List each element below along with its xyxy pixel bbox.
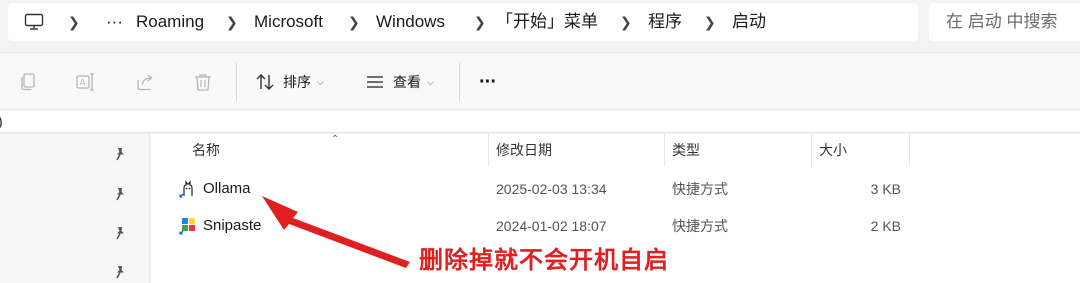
- column-header-size[interactable]: 大小: [819, 134, 847, 166]
- search-placeholder: 在 启动 中搜索: [946, 12, 1058, 31]
- toolbar-divider: [236, 63, 237, 101]
- breadcrumb-microsoft[interactable]: Microsoft: [254, 3, 323, 41]
- pin-icon[interactable]: [113, 226, 127, 240]
- delete-button[interactable]: [192, 65, 214, 99]
- view-list-icon: [367, 76, 383, 88]
- details-row: ): [0, 111, 1080, 133]
- file-name: Snipaste: [203, 217, 262, 234]
- breadcrumb-roaming[interactable]: Roaming: [136, 3, 204, 41]
- annotation-text: 删除掉就不会开机自启: [419, 247, 669, 274]
- chevron-right-icon: ❯: [68, 14, 80, 30]
- breadcrumb-windows[interactable]: Windows: [376, 3, 445, 41]
- toolbar-divider: [459, 63, 460, 101]
- file-modified: 2025-02-03 13:34: [496, 181, 607, 197]
- address-bar[interactable]: ❯ ··· Roaming ❯ Microsoft ❯ Windows ❯ 「开…: [8, 3, 918, 41]
- table-row[interactable]: Ollama 2025-02-03 13:34 快捷方式 3 KB: [151, 172, 1080, 206]
- breadcrumb-start-menu[interactable]: 「开始」菜单: [496, 3, 598, 41]
- ollama-icon: [179, 180, 193, 198]
- copy-icon: [21, 73, 35, 91]
- sort-ascending-icon: ⌃: [331, 134, 340, 145]
- chevron-down-icon: ⌵: [317, 76, 324, 87]
- more-options-button[interactable]: ···: [479, 65, 497, 99]
- column-separator[interactable]: [811, 134, 812, 166]
- pin-icon[interactable]: [113, 147, 127, 161]
- rename-button[interactable]: A: [74, 65, 96, 99]
- file-size: 3 KB: [870, 181, 901, 197]
- breadcrumb-programs[interactable]: 程序: [648, 3, 682, 41]
- breadcrumb-overflow-button[interactable]: ···: [106, 3, 123, 41]
- command-bar: A 排序 ⌵ 查看 ⌵ ···: [0, 52, 1080, 110]
- chevron-right-icon: ❯: [704, 14, 716, 30]
- this-pc-icon[interactable]: [24, 13, 44, 31]
- title-bar: ❯ ··· Roaming ❯ Microsoft ❯ Windows ❯ 「开…: [0, 0, 1080, 46]
- file-name: Ollama: [203, 180, 251, 197]
- sort-button[interactable]: 排序 ⌵: [255, 65, 324, 99]
- column-separator[interactable]: [488, 134, 489, 166]
- sort-label: 排序: [283, 74, 311, 90]
- sort-icon: [256, 74, 274, 90]
- trash-icon: [195, 74, 211, 91]
- column-separator[interactable]: [909, 134, 910, 166]
- snipaste-icon: [179, 218, 195, 235]
- navigation-pane: [0, 134, 150, 283]
- pin-icon[interactable]: [113, 265, 127, 279]
- column-header-type[interactable]: 类型: [672, 134, 700, 166]
- file-type: 快捷方式: [672, 218, 728, 234]
- breadcrumb-startup[interactable]: 启动: [732, 3, 766, 41]
- chevron-right-icon: ❯: [620, 14, 632, 30]
- table-row[interactable]: Snipaste 2024-01-02 18:07 快捷方式 2 KB: [151, 209, 1080, 243]
- file-modified: 2024-01-02 18:07: [496, 218, 607, 234]
- pin-icon[interactable]: [113, 187, 127, 201]
- share-button[interactable]: [134, 65, 156, 99]
- rename-icon: A: [76, 73, 94, 91]
- view-label: 查看: [393, 74, 421, 90]
- column-header-modified[interactable]: 修改日期: [496, 134, 552, 166]
- copy-button[interactable]: [17, 65, 39, 99]
- file-type: 快捷方式: [672, 181, 728, 197]
- share-icon: [137, 74, 153, 91]
- svg-text:A: A: [80, 78, 86, 88]
- chevron-right-icon: ❯: [474, 14, 486, 30]
- column-separator[interactable]: [664, 134, 665, 166]
- search-input[interactable]: 在 启动 中搜索: [929, 3, 1080, 41]
- view-button[interactable]: 查看 ⌵: [365, 65, 434, 99]
- truncated-text: ): [0, 113, 3, 129]
- file-size: 2 KB: [870, 218, 901, 234]
- column-header-name[interactable]: 名称: [192, 134, 220, 166]
- chevron-down-icon: ⌵: [427, 76, 434, 87]
- chevron-right-icon: ❯: [226, 14, 238, 30]
- chevron-right-icon: ❯: [348, 14, 360, 30]
